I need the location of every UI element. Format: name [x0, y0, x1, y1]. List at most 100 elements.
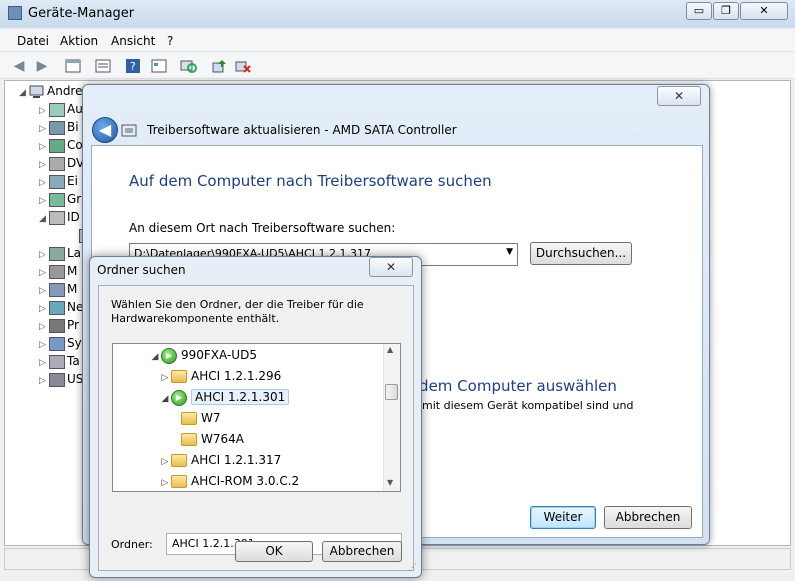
folder-item[interactable]: ▷ AHCI 1.2.1.317 [159, 450, 281, 471]
cancel-button[interactable]: Abbrechen [604, 506, 692, 529]
scroll-up-icon[interactable]: ▲ [387, 345, 393, 354]
menu-datei[interactable]: Datei [17, 34, 49, 48]
dvd-icon [49, 156, 65, 171]
restore-button[interactable]: ❐ [713, 2, 739, 20]
update-dialog-close-button[interactable]: ✕ [657, 86, 701, 106]
minimize-button[interactable]: ▭ [686, 2, 712, 20]
list-view-icon[interactable] [94, 57, 112, 75]
uninstall-icon[interactable] [234, 57, 252, 75]
folder-label: AHCI 1.2.1.317 [191, 453, 282, 467]
tree-item-keyboard[interactable]: ▷ Ta [39, 354, 80, 369]
audio-icon [49, 102, 65, 117]
expander-icon[interactable]: ▷ [39, 160, 49, 170]
option-pick-from-list-desc: mit diesem Gerät kompatibel sind und [422, 399, 634, 412]
tree-item-monitor[interactable]: ▷ M [39, 282, 77, 297]
tree-item-bluetooth[interactable]: ▷ Bi [39, 120, 79, 135]
back-button[interactable]: ◀ [92, 117, 118, 143]
expander-icon[interactable]: ▷ [39, 178, 49, 188]
computer-icon [29, 85, 45, 99]
expander-icon[interactable]: ◢ [159, 389, 171, 410]
svg-text:?: ? [130, 60, 136, 73]
folder-item[interactable]: ▷ AHCI-ROM 3.0.C.2 [159, 471, 299, 492]
tree-item-ide[interactable]: ◢ ID [39, 210, 80, 225]
network-icon [49, 300, 65, 315]
resize-grip-icon[interactable]: ⋰ [408, 563, 417, 573]
tree-root[interactable]: ◢ Andre [19, 84, 82, 99]
tree-item-label: ID [67, 210, 80, 224]
folder-label: W764A [201, 432, 244, 446]
tree-item-label: Ta [67, 354, 80, 368]
tree-item-network[interactable]: ▷ Ne [39, 300, 83, 315]
tree-item-mouse[interactable]: ▷ M [39, 264, 77, 279]
option-pick-from-list-title[interactable]: f dem Computer auswählen [409, 377, 617, 395]
tree-root-label: Andre [47, 84, 83, 98]
folder-item[interactable]: ◢ ▶ 990FXA-UD5 [149, 345, 257, 366]
expander-icon[interactable]: ◢ [149, 347, 161, 368]
tree-item-processor[interactable]: ▷ Pr [39, 318, 79, 333]
tree-item-audio[interactable]: ▷ Au [39, 102, 83, 117]
browse-instruction: Wählen Sie den Ordner, der die Treiber f… [111, 298, 364, 325]
tree-item-dvd[interactable]: ▷ DV [39, 156, 84, 171]
expander-icon[interactable]: ▷ [39, 250, 49, 260]
expander-icon[interactable]: ▷ [39, 268, 49, 278]
tree-item-label: Ei [67, 174, 78, 188]
expander-icon[interactable]: ▷ [159, 452, 171, 473]
expander-icon[interactable]: ▷ [39, 196, 49, 206]
browse-button[interactable]: Durchsuchen... [530, 242, 632, 265]
folder-tree-scrollbar[interactable]: ▲ ▼ [383, 344, 400, 491]
ok-button[interactable]: OK [235, 541, 313, 562]
menu-bar: Datei Aktion Ansicht ? [0, 30, 795, 52]
tree-item-label: Co [67, 138, 83, 152]
browse-cancel-button[interactable]: Abbrechen [322, 541, 402, 562]
expander-icon[interactable]: ▷ [39, 340, 49, 350]
usb-icon [49, 372, 65, 387]
expander-icon[interactable]: ▷ [39, 142, 49, 152]
expander-icon[interactable]: ▷ [39, 304, 49, 314]
app-icon [8, 6, 22, 20]
folder-item[interactable]: W764A [169, 429, 244, 450]
menu-aktion[interactable]: Aktion [60, 34, 98, 48]
tree-item-graphics[interactable]: ▷ Gr [39, 192, 81, 207]
browse-dialog-title: Ordner suchen [97, 263, 186, 277]
expander-icon[interactable]: ▷ [159, 473, 171, 494]
forward-arrow-icon[interactable]: ▶ [33, 57, 51, 75]
close-button[interactable]: ✕ [740, 2, 788, 20]
folder-item[interactable]: ▷ AHCI 1.2.1.296 [159, 366, 281, 387]
expander-icon[interactable]: ◢ [39, 214, 49, 224]
back-arrow-icon[interactable]: ◀ [10, 57, 28, 75]
expander-icon[interactable]: ▷ [39, 124, 49, 134]
tree-item-label: Gr [67, 192, 82, 206]
expander-icon[interactable]: ▷ [39, 376, 49, 386]
view-icon[interactable] [150, 57, 168, 75]
tree-item-network-adapter[interactable]: ▷ La [39, 246, 81, 261]
properties-icon[interactable] [64, 57, 82, 75]
menu-ansicht[interactable]: Ansicht [111, 34, 155, 48]
expander-icon[interactable]: ▷ [159, 368, 171, 389]
mouse-icon [49, 264, 65, 279]
help-icon[interactable]: ? [124, 57, 142, 75]
next-button[interactable]: Weiter [530, 506, 596, 529]
folder-icon [171, 370, 187, 383]
folder-icon [181, 433, 197, 446]
tree-item-system[interactable]: ▷ Sy [39, 336, 82, 351]
tree-item-label: Ne [67, 300, 84, 314]
expander-icon[interactable]: ▷ [39, 322, 49, 332]
tree-item-label: Au [67, 102, 83, 116]
chevron-down-icon[interactable]: ▼ [506, 247, 513, 257]
tree-item-usb[interactable]: ▷ US [39, 372, 83, 387]
tree-item-computer[interactable]: ▷ Co [39, 138, 83, 153]
expander-icon[interactable]: ▷ [39, 106, 49, 116]
folder-item[interactable]: W7 [169, 408, 221, 429]
folder-item[interactable]: ◢ ▶ AHCI 1.2.1.301 [159, 387, 290, 410]
disc-folder-icon: ▶ [171, 389, 187, 406]
scroll-thumb[interactable] [385, 384, 398, 400]
expander-icon[interactable]: ▷ [39, 358, 49, 368]
update-driver-icon[interactable] [211, 57, 229, 75]
scan-hardware-icon[interactable] [180, 57, 198, 75]
menu-help[interactable]: ? [167, 34, 173, 48]
expander-icon[interactable]: ▷ [39, 286, 49, 296]
title-bar: Geräte-Manager ▭ ❐ ✕ [0, 0, 795, 28]
browse-dialog-close-button[interactable]: ✕ [369, 257, 413, 277]
tree-item-input[interactable]: ▷ Ei [39, 174, 78, 189]
scroll-down-icon[interactable]: ▼ [387, 478, 393, 487]
